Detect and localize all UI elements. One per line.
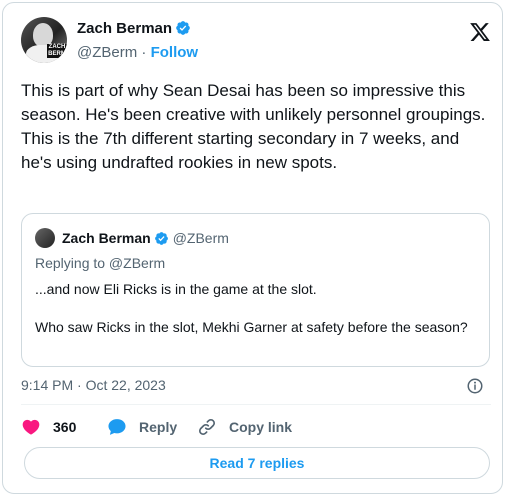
tweet-embed-card: ZACH BERM Zach Berman @ZBerm · Follow Th… [2,2,503,494]
author-name-row[interactable]: Zach Berman [77,20,191,38]
quoted-tweet[interactable]: Zach Berman @ZBerm Replying to @ZBerm ...… [21,213,490,367]
quoted-author-handle: @ZBerm [172,230,229,246]
copy-link-button[interactable]: Copy link [197,415,292,439]
author-name[interactable]: Zach Berman [77,20,172,37]
verified-badge-icon [154,232,168,245]
author-handle[interactable]: @ZBerm [77,44,137,61]
author-handle-row: @ZBerm · Follow [77,44,198,62]
heart-icon [22,419,40,435]
avatar-tag: ZACH BERM [47,44,67,58]
like-button[interactable]: 360 [21,415,76,439]
like-count: 360 [53,419,77,435]
link-icon [198,418,216,436]
reply-label: Reply [139,419,178,435]
quoted-author-row: Zach Berman @ZBerm [62,229,229,247]
quoted-author-avatar [35,228,55,248]
quoted-paragraph: Who saw Ricks in the slot, Mekhi Garner … [35,319,468,335]
author-avatar[interactable]: ZACH BERM [21,17,67,63]
quoted-paragraph: ...and now Eli Ricks is in the game at t… [35,281,317,297]
tweet-header: ZACH BERM Zach Berman @ZBerm · Follow [21,17,491,69]
x-logo-icon[interactable] [469,21,491,43]
info-icon[interactable] [466,377,484,395]
quoted-author-name: Zach Berman [62,230,151,246]
read-replies-button[interactable]: Read 7 replies [24,447,490,479]
separator-dot: · [141,44,147,61]
quoted-tweet-text: ...and now Eli Ricks is in the game at t… [35,280,475,337]
tweet-actions: 360 Reply Copy link [21,415,491,439]
verified-badge-icon [176,21,190,35]
tweet-timestamp[interactable]: 9:14 PM · Oct 22, 2023 [21,376,166,394]
copy-link-label: Copy link [229,419,293,435]
reply-bubble-icon [108,419,126,435]
follow-link[interactable]: Follow [151,44,199,61]
reply-button[interactable]: Reply [107,415,177,439]
divider [21,404,491,405]
tweet-text: This is part of why Sean Desai has been … [21,81,486,172]
replying-to: Replying to @ZBerm [35,255,166,271]
